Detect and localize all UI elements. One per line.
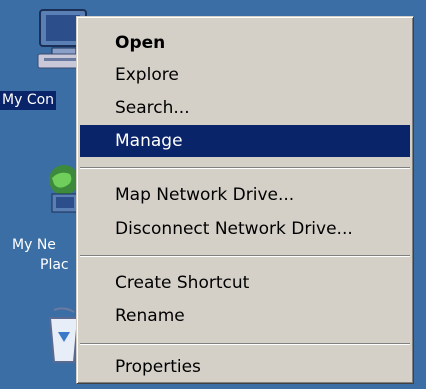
context-menu: Open Explore Search... Manage Map Networ… <box>76 16 414 384</box>
menu-item-properties[interactable]: Properties <box>80 351 410 383</box>
menu-item-search[interactable]: Search... <box>80 92 410 124</box>
menu-separator <box>80 255 410 257</box>
menu-item-map-network-drive[interactable]: Map Network Drive... <box>80 179 410 211</box>
menu-separator <box>80 167 410 169</box>
menu-item-create-shortcut[interactable]: Create Shortcut <box>80 267 410 299</box>
menu-item-manage[interactable]: Manage <box>80 125 410 157</box>
menu-separator <box>80 343 410 345</box>
my-network-places-label-2[interactable]: Plac <box>40 256 69 275</box>
menu-item-open[interactable]: Open <box>80 27 410 59</box>
menu-item-explore[interactable]: Explore <box>80 59 410 91</box>
menu-item-rename[interactable]: Rename <box>80 300 410 332</box>
menu-item-disconnect-network-drive[interactable]: Disconnect Network Drive... <box>80 213 410 245</box>
my-computer-label[interactable]: My Con <box>0 91 57 110</box>
my-network-places-label-1[interactable]: My Ne <box>12 236 56 255</box>
